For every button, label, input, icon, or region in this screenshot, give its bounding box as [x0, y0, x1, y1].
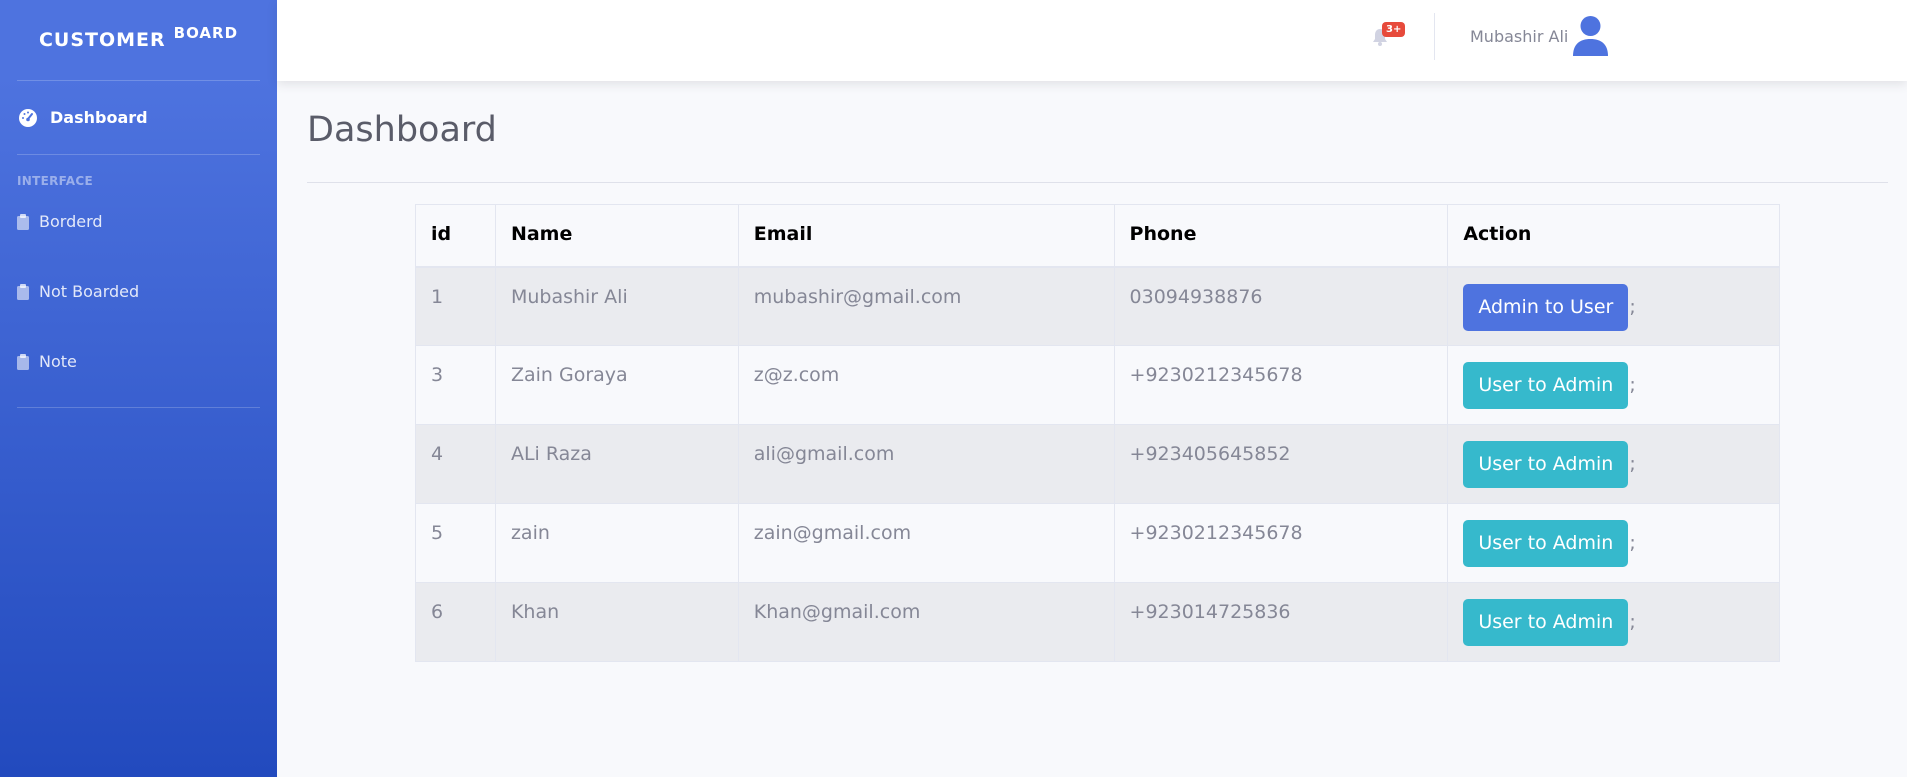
cell-phone: +9230212345678: [1113, 503, 1449, 583]
table-header-row: id Name Email Phone Action: [415, 204, 1780, 268]
cell-email: Khan@gmail.com: [737, 582, 1115, 662]
cell-phone: +923014725836: [1113, 582, 1449, 662]
cell-id: 4: [415, 424, 496, 504]
user-to-admin-button[interactable]: User to Admin: [1463, 441, 1629, 488]
cell-email: mubashir@gmail.com: [737, 266, 1115, 346]
column-header-id: id: [415, 204, 496, 268]
title-divider: [307, 182, 1888, 183]
cell-name: ALi Raza: [494, 424, 739, 504]
trailing-text: ;: [1629, 374, 1636, 396]
sidebar-item-note[interactable]: Note: [0, 343, 277, 380]
page-title: Dashboard: [307, 110, 497, 150]
cell-name: zain: [494, 503, 739, 583]
trailing-text: ;: [1629, 453, 1636, 475]
cell-action: User to Admin;: [1447, 503, 1780, 583]
cell-name: Mubashir Ali: [494, 266, 739, 346]
table-row: 5 zain zain@gmail.com +9230212345678 Use…: [415, 503, 1780, 583]
sidebar: CUSTOMER BOARD Dashboard INTERFACE Borde…: [0, 0, 277, 777]
sidebar-divider: [17, 407, 260, 408]
cell-email: ali@gmail.com: [737, 424, 1115, 504]
brand-superscript: BOARD: [173, 24, 239, 42]
sidebar-heading: INTERFACE: [17, 174, 93, 188]
notification-badge: 3+: [1382, 22, 1406, 37]
cell-phone: +923405645852: [1113, 424, 1449, 504]
trailing-text: ;: [1629, 532, 1636, 554]
admin-to-user-button[interactable]: Admin to User: [1463, 283, 1629, 331]
sidebar-item-label: Not Boarded: [39, 282, 140, 301]
trailing-text: ;: [1629, 611, 1636, 633]
sidebar-item-borderd[interactable]: Borderd: [0, 203, 277, 240]
column-header-phone: Phone: [1113, 204, 1449, 268]
user-name[interactable]: Mubashir Ali: [1470, 27, 1568, 46]
column-header-action: Action: [1447, 204, 1780, 268]
sidebar-item-label: Borderd: [39, 212, 103, 231]
cell-phone: 03094938876: [1113, 266, 1449, 346]
table-row: 4 ALi Raza ali@gmail.com +923405645852 U…: [415, 424, 1780, 504]
topbar-divider: [1434, 13, 1435, 60]
cell-id: 3: [415, 345, 496, 425]
sidebar-item-not-boarded[interactable]: Not Boarded: [0, 273, 277, 310]
user-to-admin-button[interactable]: User to Admin: [1463, 599, 1629, 646]
table-row: 6 Khan Khan@gmail.com +923014725836 User…: [415, 582, 1780, 662]
cell-action: User to Admin;: [1447, 345, 1780, 425]
user-avatar-icon[interactable]: [1571, 16, 1610, 56]
sidebar-item-label: Note: [39, 352, 77, 371]
cell-id: 1: [415, 266, 496, 346]
trailing-text: ;: [1629, 295, 1636, 318]
sidebar-item-label: Dashboard: [50, 108, 148, 127]
clipboard-icon: [17, 213, 29, 230]
users-table: id Name Email Phone Action 1 Mubashir Al…: [415, 204, 1780, 662]
cell-name: Khan: [494, 582, 739, 662]
cell-email: z@z.com: [737, 345, 1115, 425]
column-header-name: Name: [494, 204, 739, 268]
user-to-admin-button[interactable]: User to Admin: [1463, 362, 1629, 409]
cell-phone: +9230212345678: [1113, 345, 1449, 425]
table-row: 1 Mubashir Ali mubashir@gmail.com 030949…: [415, 266, 1780, 346]
cell-action: User to Admin;: [1447, 582, 1780, 662]
cell-name: Zain Goraya: [494, 345, 739, 425]
clipboard-icon: [17, 283, 29, 300]
brand-text: CUSTOMER: [38, 29, 166, 51]
cell-id: 5: [415, 503, 496, 583]
cell-id: 6: [415, 582, 496, 662]
tachometer-icon: [18, 108, 38, 128]
table-row: 3 Zain Goraya z@z.com +9230212345678 Use…: [415, 345, 1780, 425]
topbar: [277, 0, 1907, 81]
brand[interactable]: CUSTOMER BOARD: [0, 0, 277, 80]
cell-action: User to Admin;: [1447, 424, 1780, 504]
column-header-email: Email: [737, 204, 1115, 268]
cell-email: zain@gmail.com: [737, 503, 1115, 583]
user-to-admin-button[interactable]: User to Admin: [1463, 520, 1629, 567]
clipboard-icon: [17, 353, 29, 370]
cell-action: Admin to User;: [1447, 266, 1780, 346]
sidebar-item-dashboard[interactable]: Dashboard: [0, 81, 277, 154]
